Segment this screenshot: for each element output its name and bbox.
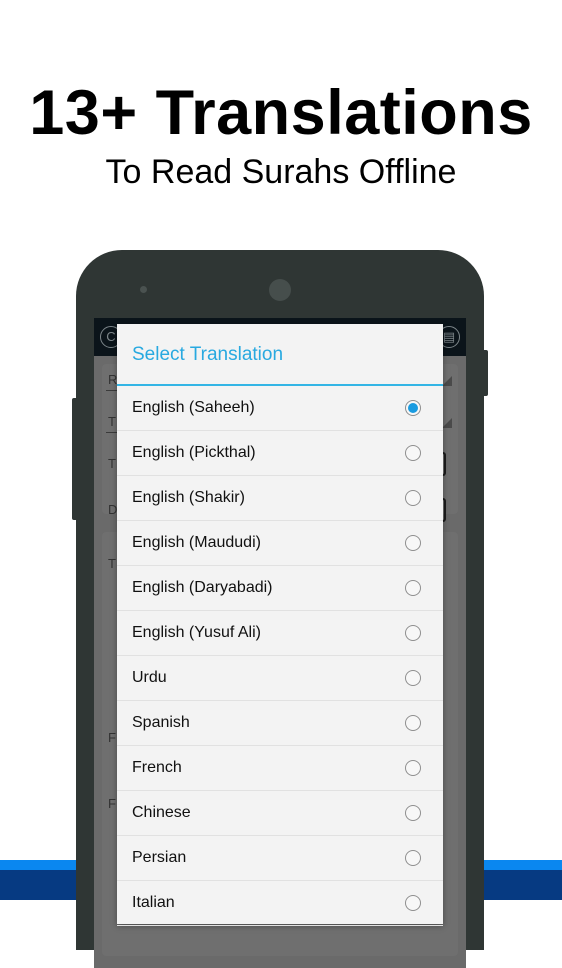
- radio-unchecked-icon[interactable]: [405, 760, 421, 776]
- translation-option[interactable]: Urdu: [117, 656, 443, 701]
- radio-unchecked-icon[interactable]: [405, 625, 421, 641]
- background-label: F: [108, 796, 116, 811]
- translation-option[interactable]: Italian: [117, 881, 443, 926]
- radio-unchecked-icon[interactable]: [405, 490, 421, 506]
- background-label: T: [108, 456, 116, 471]
- translation-option[interactable]: French: [117, 746, 443, 791]
- translation-option-label: Persian: [132, 849, 187, 866]
- phone-sensor: [140, 286, 147, 293]
- translation-option[interactable]: English (Yusuf Ali): [117, 611, 443, 656]
- translation-option-label: Urdu: [132, 669, 167, 686]
- radio-unchecked-icon[interactable]: [405, 850, 421, 866]
- translation-option[interactable]: English (Daryabadi): [117, 566, 443, 611]
- translation-option-label: English (Shakir): [132, 489, 245, 506]
- translation-option[interactable]: Chinese: [117, 791, 443, 836]
- translation-option-label: French: [132, 759, 182, 776]
- translation-option[interactable]: Spanish: [117, 701, 443, 746]
- dropdown-arrow-icon: [442, 418, 452, 428]
- radio-unchecked-icon[interactable]: [405, 895, 421, 911]
- translation-option[interactable]: English (Saheeh): [117, 386, 443, 431]
- radio-unchecked-icon[interactable]: [405, 445, 421, 461]
- dialog-title: Select Translation: [117, 324, 443, 386]
- translation-option-label: English (Pickthal): [132, 444, 256, 461]
- radio-unchecked-icon[interactable]: [405, 535, 421, 551]
- translation-option-label: English (Yusuf Ali): [132, 624, 261, 641]
- radio-checked-icon[interactable]: [405, 400, 421, 416]
- dropdown-arrow-icon: [442, 376, 452, 386]
- background-label: T: [108, 414, 116, 429]
- phone-volume-button: [72, 398, 76, 520]
- select-translation-dialog: Select Translation English (Saheeh) Engli…: [117, 324, 443, 926]
- translation-option[interactable]: Persian: [117, 836, 443, 881]
- translation-option-label: English (Saheeh): [132, 399, 255, 416]
- translation-option-label: English (Maududi): [132, 534, 261, 551]
- translation-options-list: English (Saheeh) English (Pickthal) Englis…: [117, 386, 443, 926]
- radio-unchecked-icon[interactable]: [405, 670, 421, 686]
- translation-option-label: Chinese: [132, 804, 191, 821]
- phone-power-button: [484, 350, 488, 396]
- radio-unchecked-icon[interactable]: [405, 805, 421, 821]
- background-label: F: [108, 730, 116, 745]
- radio-unchecked-icon[interactable]: [405, 715, 421, 731]
- translation-option-label: Spanish: [132, 714, 190, 731]
- background-label: R: [108, 372, 118, 387]
- translation-option-label: English (Daryabadi): [132, 579, 273, 596]
- headline: 13+ Translations: [29, 78, 533, 148]
- translation-option[interactable]: English (Maududi): [117, 521, 443, 566]
- phone-camera: [269, 279, 291, 301]
- translation-option[interactable]: English (Pickthal): [117, 431, 443, 476]
- background-label: T: [108, 556, 116, 571]
- background-label: D: [108, 502, 118, 517]
- translation-option-label: Italian: [132, 894, 175, 911]
- subheadline: To Read Surahs Offline: [105, 153, 457, 191]
- translation-option[interactable]: English (Shakir): [117, 476, 443, 521]
- radio-unchecked-icon[interactable]: [405, 580, 421, 596]
